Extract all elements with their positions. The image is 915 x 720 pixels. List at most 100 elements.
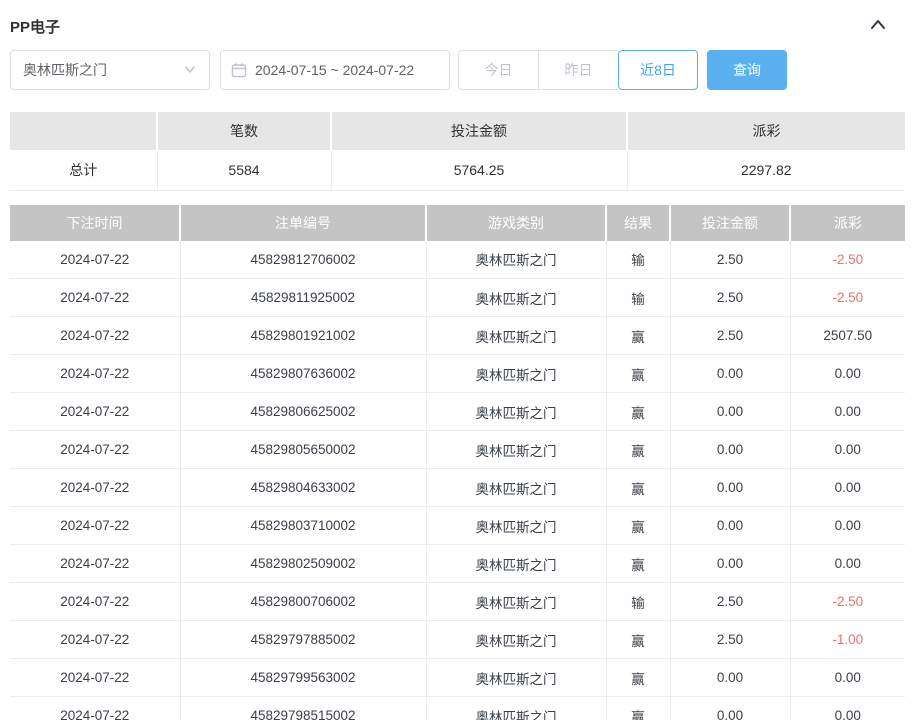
summary-total-payout: 2297.82: [627, 150, 905, 190]
game-type-cell: 奥林匹斯之门: [426, 583, 606, 621]
quick-range-today-button[interactable]: 今日: [458, 50, 538, 90]
bet-amount-cell: 2.50: [670, 279, 790, 317]
summary-total-count: 5584: [157, 150, 331, 190]
bet-amount-cell: 2.50: [670, 317, 790, 355]
summary-total-bet-amount: 5764.25: [331, 150, 627, 190]
game-type-cell: 奥林匹斯之门: [426, 317, 606, 355]
payout-cell: 0.00: [790, 545, 905, 583]
bet-time-cell: 2024-07-22: [10, 355, 180, 393]
table-row: 2024-07-2245829803710002奥林匹斯之门赢0.000.00: [10, 507, 905, 545]
bet-id-cell: 45829811925002: [180, 279, 426, 317]
table-row: 2024-07-2245829799563002奥林匹斯之门赢0.000.00: [10, 659, 905, 697]
payout-cell: 0.00: [790, 697, 905, 720]
quick-range-group: 今日 昨日 近8日: [458, 50, 698, 90]
header-bet-id: 注单编号: [180, 205, 426, 241]
bet-time-cell: 2024-07-22: [10, 431, 180, 469]
bet-id-cell: 45829800706002: [180, 583, 426, 621]
bet-records-table: 下注时间 注单编号 游戏类别 结果 投注金额 派彩 2024-07-224582…: [10, 205, 905, 720]
header-game-type: 游戏类别: [426, 205, 606, 241]
payout-cell: 2507.50: [790, 317, 905, 355]
quick-range-yesterday-button[interactable]: 昨日: [538, 50, 618, 90]
game-type-cell: 奥林匹斯之门: [426, 507, 606, 545]
result-cell: 赢: [606, 621, 670, 659]
game-type-cell: 奥林匹斯之门: [426, 355, 606, 393]
bet-time-cell: 2024-07-22: [10, 659, 180, 697]
table-row: 2024-07-2245829802509002奥林匹斯之门赢0.000.00: [10, 545, 905, 583]
bet-id-cell: 45829812706002: [180, 241, 426, 279]
game-type-cell: 奥林匹斯之门: [426, 241, 606, 279]
bet-amount-cell: 0.00: [670, 469, 790, 507]
result-cell: 赢: [606, 393, 670, 431]
game-type-cell: 奥林匹斯之门: [426, 393, 606, 431]
bet-time-cell: 2024-07-22: [10, 507, 180, 545]
result-cell: 赢: [606, 355, 670, 393]
game-type-cell: 奥林匹斯之门: [426, 545, 606, 583]
summary-total-row: 总计 5584 5764.25 2297.82: [10, 150, 905, 190]
payout-cell: 0.00: [790, 507, 905, 545]
result-cell: 输: [606, 279, 670, 317]
query-button[interactable]: 查询: [707, 50, 787, 90]
table-row: 2024-07-2245829801921002奥林匹斯之门赢2.502507.…: [10, 317, 905, 355]
payout-cell: -2.50: [790, 583, 905, 621]
bet-amount-cell: 0.00: [670, 355, 790, 393]
payout-cell: 0.00: [790, 393, 905, 431]
chevron-down-icon: [183, 62, 197, 79]
bet-id-cell: 45829806625002: [180, 393, 426, 431]
pp-games-report-panel: PP电子 奥林匹斯之门 2024-07-15 ~ 2024-07-: [0, 0, 915, 720]
bet-amount-cell: 2.50: [670, 621, 790, 659]
bet-id-cell: 45829801921002: [180, 317, 426, 355]
result-cell: 输: [606, 241, 670, 279]
game-type-cell: 奥林匹斯之门: [426, 697, 606, 720]
calendar-icon: [231, 62, 247, 78]
bet-time-cell: 2024-07-22: [10, 621, 180, 659]
summary-header-bet-amount: 投注金额: [331, 112, 627, 150]
table-row: 2024-07-2245829800706002奥林匹斯之门输2.50-2.50: [10, 583, 905, 621]
bet-id-cell: 45829802509002: [180, 545, 426, 583]
bet-amount-cell: 0.00: [670, 545, 790, 583]
bet-id-cell: 45829798515002: [180, 697, 426, 720]
game-type-cell: 奥林匹斯之门: [426, 621, 606, 659]
result-cell: 输: [606, 583, 670, 621]
result-cell: 赢: [606, 469, 670, 507]
summary-header-empty: [10, 112, 157, 150]
bet-id-cell: 45829797885002: [180, 621, 426, 659]
summary-header-row: 笔数 投注金额 派彩: [10, 112, 905, 150]
game-select[interactable]: 奥林匹斯之门: [10, 50, 210, 90]
game-type-cell: 奥林匹斯之门: [426, 431, 606, 469]
game-type-cell: 奥林匹斯之门: [426, 469, 606, 507]
bet-time-cell: 2024-07-22: [10, 583, 180, 621]
bet-time-cell: 2024-07-22: [10, 279, 180, 317]
bet-amount-cell: 0.00: [670, 659, 790, 697]
bet-table-body: 2024-07-2245829812706002奥林匹斯之门输2.50-2.50…: [10, 241, 905, 720]
panel-header: PP电子: [0, 0, 915, 40]
table-row: 2024-07-2245829812706002奥林匹斯之门输2.50-2.50: [10, 241, 905, 279]
quick-range-last8days-button[interactable]: 近8日: [618, 50, 698, 90]
header-bet-time: 下注时间: [10, 205, 180, 241]
bet-time-cell: 2024-07-22: [10, 317, 180, 355]
header-result: 结果: [606, 205, 670, 241]
bet-amount-cell: 2.50: [670, 241, 790, 279]
payout-cell: -2.50: [790, 241, 905, 279]
result-cell: 赢: [606, 545, 670, 583]
payout-cell: 0.00: [790, 355, 905, 393]
bet-time-cell: 2024-07-22: [10, 469, 180, 507]
game-type-cell: 奥林匹斯之门: [426, 279, 606, 317]
game-select-value: 奥林匹斯之门: [23, 60, 183, 80]
filter-bar: 奥林匹斯之门 2024-07-15 ~ 2024-07-22 今日 昨日 近8日…: [10, 50, 905, 90]
table-row: 2024-07-2245829806625002奥林匹斯之门赢0.000.00: [10, 393, 905, 431]
result-cell: 赢: [606, 697, 670, 720]
payout-cell: -1.00: [790, 621, 905, 659]
bet-amount-cell: 0.00: [670, 697, 790, 720]
result-cell: 赢: [606, 659, 670, 697]
date-range-input[interactable]: 2024-07-15 ~ 2024-07-22: [220, 50, 450, 90]
table-row: 2024-07-2245829804633002奥林匹斯之门赢0.000.00: [10, 469, 905, 507]
bet-amount-cell: 0.00: [670, 431, 790, 469]
table-row: 2024-07-2245829805650002奥林匹斯之门赢0.000.00: [10, 431, 905, 469]
bet-id-cell: 45829803710002: [180, 507, 426, 545]
collapse-panel-button[interactable]: [865, 13, 891, 39]
summary-table: 笔数 投注金额 派彩 总计 5584 5764.25 2297.82: [10, 112, 905, 191]
result-cell: 赢: [606, 317, 670, 355]
bet-time-cell: 2024-07-22: [10, 545, 180, 583]
bet-time-cell: 2024-07-22: [10, 697, 180, 720]
summary-header-count: 笔数: [157, 112, 331, 150]
